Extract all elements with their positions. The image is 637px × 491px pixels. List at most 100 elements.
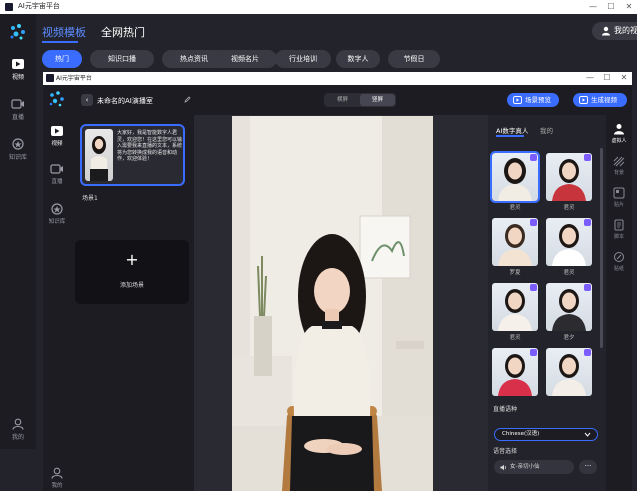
category-video-card[interactable]: 视频名片 bbox=[213, 50, 277, 68]
back-button[interactable]: ‹ bbox=[81, 94, 93, 106]
plus-icon: + bbox=[125, 250, 139, 269]
video-icon bbox=[51, 126, 63, 136]
tab-video-templates[interactable]: 视频模板 bbox=[42, 24, 86, 40]
tool-script[interactable]: 脚本 bbox=[606, 219, 632, 240]
tool-background[interactable]: 背景 bbox=[606, 155, 632, 176]
inner-sidebar-item-knowledge[interactable]: 知识库 bbox=[43, 203, 71, 225]
outer-sidebar-item-knowledge[interactable]: 知识库 bbox=[0, 138, 36, 161]
tool-label: 贴纸 bbox=[613, 266, 624, 272]
tool-label: 背景 bbox=[613, 170, 624, 176]
inner-sidebar-item-mine[interactable]: 我的 bbox=[43, 467, 71, 489]
scene-preview-button[interactable]: 场景预览 bbox=[507, 93, 559, 107]
voice-label: 语音选择 bbox=[493, 448, 518, 455]
scene-preview-label: 场景预览 bbox=[525, 96, 551, 104]
outer-maximize-button[interactable]: ☐ bbox=[604, 0, 618, 14]
avatar-card[interactable]: 罗夏 bbox=[492, 218, 538, 276]
scene-thumbnail bbox=[85, 129, 113, 181]
avatar-badge-icon bbox=[584, 219, 591, 226]
inner-close-button[interactable]: ✕ bbox=[617, 71, 631, 85]
avatar-card[interactable] bbox=[546, 348, 592, 406]
voice-settings-section: 直播语种 Chinese(汉语) 语音选择 女-亲切小仙 ··· bbox=[488, 400, 606, 491]
avatar-image bbox=[546, 348, 592, 396]
edit-pencil-icon[interactable] bbox=[184, 96, 191, 103]
category-digital-human[interactable]: 数字人 bbox=[336, 50, 380, 68]
generate-video-button[interactable]: 生成视频 bbox=[573, 93, 627, 107]
generate-video-label: 生成视频 bbox=[591, 96, 617, 104]
avatar-card[interactable]: 君灵 bbox=[546, 153, 592, 211]
category-hot[interactable]: 热门 bbox=[42, 50, 82, 68]
avatar-image bbox=[492, 218, 538, 266]
tab-ai-digital-human[interactable]: AI数字真人 bbox=[496, 125, 528, 135]
avatar-card[interactable]: 君灵 bbox=[492, 283, 538, 341]
right-panel-tab-underline bbox=[496, 135, 524, 137]
avatar-name: 君灵 bbox=[509, 205, 521, 211]
app-logo-icon bbox=[46, 74, 54, 82]
user-icon bbox=[51, 467, 63, 479]
scenes-panel: 大家好，我是智能数字人君灵，欢迎您！在这里您可以输入需要我来直播的文本，系统将为… bbox=[71, 115, 194, 491]
tool-sticker[interactable]: 贴片 bbox=[606, 187, 632, 208]
avatar-image bbox=[490, 151, 540, 203]
outer-close-button[interactable]: ✕ bbox=[622, 0, 636, 14]
avatar-badge-icon bbox=[530, 219, 537, 226]
generate-icon bbox=[579, 96, 588, 104]
avatar-card[interactable]: 君夕 bbox=[546, 283, 592, 341]
tool-virtual-human[interactable]: 虚拟人 bbox=[606, 123, 632, 144]
inner-sidebar-item-live[interactable]: 直播 bbox=[43, 163, 71, 185]
inner-window-title: AI元宇宙平台 bbox=[56, 75, 92, 82]
avatar-card[interactable] bbox=[492, 348, 538, 406]
add-scene-button[interactable]: + 添加场景 bbox=[75, 240, 189, 304]
orientation-landscape[interactable]: 横屏 bbox=[325, 94, 360, 106]
category-training[interactable]: 行业培训 bbox=[275, 50, 331, 68]
category-knowledge[interactable]: 知识口播 bbox=[90, 50, 154, 68]
avatar-name: 君夕 bbox=[563, 335, 575, 341]
outer-sidebar-item-mine[interactable]: 我的 bbox=[0, 418, 36, 441]
language-select[interactable]: Chinese(汉语) bbox=[494, 428, 598, 441]
outer-titlebar: AI元宇宙平台 — ☐ ✕ bbox=[0, 0, 637, 14]
inner-sidebar-label: 直播 bbox=[51, 179, 63, 185]
inner-sidebar-item-video[interactable]: 视频 bbox=[43, 125, 71, 147]
avatar-image bbox=[546, 218, 592, 266]
voice-more-button[interactable]: ··· bbox=[579, 460, 597, 474]
avatar-image bbox=[546, 153, 592, 201]
voice-select[interactable]: 女-亲切小仙 bbox=[494, 460, 574, 474]
tab-mine[interactable]: 我的 bbox=[540, 125, 553, 135]
user-icon bbox=[12, 418, 24, 430]
category-holiday[interactable]: 节假日 bbox=[388, 50, 440, 68]
video-canvas[interactable] bbox=[232, 116, 433, 491]
inner-titlebar: AI元宇宙平台 — ☐ ✕ bbox=[43, 72, 632, 85]
tab-trending[interactable]: 全网热门 bbox=[101, 24, 145, 40]
scene-script-text: 大家好，我是智能数字人君灵，欢迎您！在这里您可以输入需要我来直播的文本，系统将为… bbox=[117, 130, 183, 162]
video-icon bbox=[12, 59, 24, 69]
avatar-badge-icon bbox=[530, 154, 537, 161]
avatar-badge-icon bbox=[530, 284, 537, 291]
tool-label: 虚拟人 bbox=[611, 138, 627, 144]
avatar-name: 罗夏 bbox=[509, 270, 521, 276]
tool-tag[interactable]: 贴纸 bbox=[606, 251, 632, 272]
outer-sidebar-label: 视频 bbox=[11, 74, 24, 81]
right-panel-scrollbar[interactable] bbox=[600, 148, 603, 348]
brand-logo-icon bbox=[10, 24, 25, 40]
right-panel: AI数字真人 我的 君灵 君灵 罗夏 君灵 君灵 君夕 直播语种 Chinese… bbox=[488, 115, 606, 491]
avatar-badge-icon bbox=[530, 349, 537, 356]
my-video-button[interactable]: 我的视频 bbox=[592, 22, 637, 40]
avatar-name: 君灵 bbox=[563, 205, 575, 211]
script-icon bbox=[614, 219, 624, 231]
avatar-image bbox=[492, 283, 538, 331]
outer-minimize-button[interactable]: — bbox=[586, 0, 600, 14]
person-icon bbox=[614, 124, 624, 135]
background-icon bbox=[613, 156, 625, 167]
avatar-badge-icon bbox=[584, 154, 591, 161]
scene-card[interactable]: 大家好，我是智能数字人君灵，欢迎您！在这里您可以输入需要我来直播的文本，系统将为… bbox=[80, 124, 185, 186]
avatar-badge-icon bbox=[584, 284, 591, 291]
avatar-card[interactable]: 君灵 bbox=[546, 218, 592, 276]
outer-sidebar-item-live[interactable]: 直播 bbox=[0, 98, 36, 121]
preview-icon bbox=[513, 96, 522, 104]
avatar-card[interactable]: 君灵 bbox=[490, 151, 540, 211]
outer-sidebar-item-video[interactable]: 视频 bbox=[0, 58, 36, 81]
right-toolbar: 虚拟人 背景 贴片 脚本 贴纸 bbox=[606, 115, 632, 491]
inner-header: ‹ 未命名的AI演播室 横屏 竖屏 场景预览 生成视频 bbox=[71, 85, 632, 115]
add-scene-label: 添加场景 bbox=[119, 282, 144, 289]
orientation-portrait[interactable]: 竖屏 bbox=[360, 94, 395, 106]
inner-maximize-button[interactable]: ☐ bbox=[600, 71, 614, 85]
inner-minimize-button[interactable]: — bbox=[583, 71, 597, 85]
